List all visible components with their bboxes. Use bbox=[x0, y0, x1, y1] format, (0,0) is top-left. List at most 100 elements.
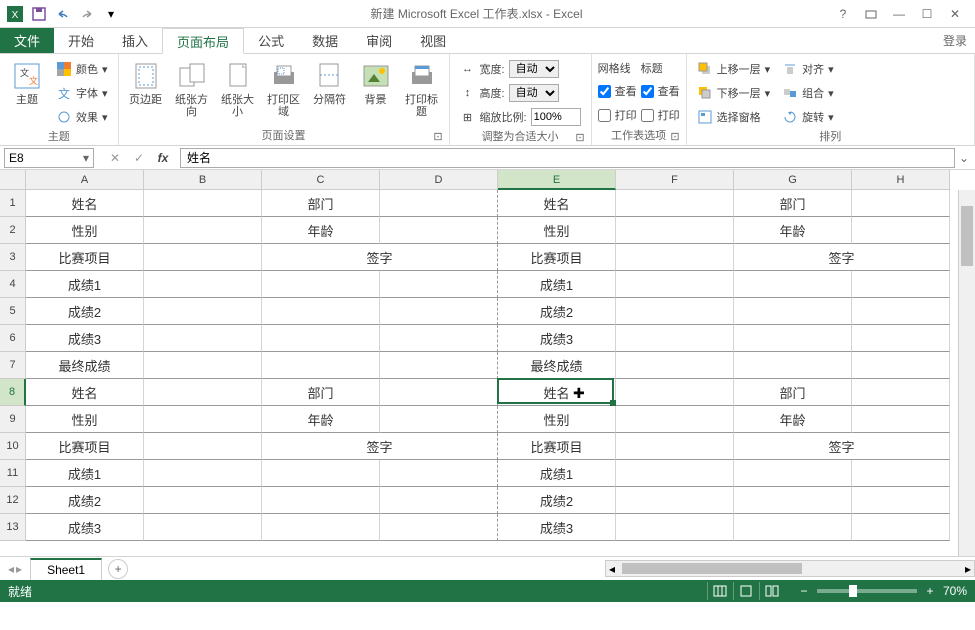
cell-H9[interactable] bbox=[852, 406, 950, 433]
tab-next-icon[interactable]: ▸ bbox=[16, 562, 22, 576]
cell-F9[interactable] bbox=[616, 406, 734, 433]
row-header-6[interactable]: 6 bbox=[0, 325, 26, 352]
cell-E1[interactable]: 姓名 bbox=[498, 190, 616, 217]
cell-B10[interactable] bbox=[144, 433, 262, 460]
cell-G9[interactable]: 年龄 bbox=[734, 406, 852, 433]
cell-F10[interactable] bbox=[616, 433, 734, 460]
cell-A8[interactable]: 姓名 bbox=[26, 379, 144, 406]
width-select[interactable]: 自动 bbox=[509, 60, 559, 78]
col-header-E[interactable]: E bbox=[498, 170, 616, 190]
tab-页面布局[interactable]: 页面布局 bbox=[162, 28, 244, 54]
row-header-5[interactable]: 5 bbox=[0, 298, 26, 325]
normal-view-icon[interactable] bbox=[707, 582, 733, 600]
namebox-dropdown-icon[interactable]: ▾ bbox=[83, 151, 89, 165]
colors-button[interactable]: 颜色 ▾ bbox=[52, 58, 112, 80]
cell-H8[interactable] bbox=[852, 379, 950, 406]
cell-B11[interactable] bbox=[144, 460, 262, 487]
cell-B7[interactable] bbox=[144, 352, 262, 379]
send-backward-button[interactable]: 下移一层 ▾ bbox=[693, 82, 775, 104]
cell-C12[interactable] bbox=[262, 487, 380, 514]
bring-forward-button[interactable]: 上移一层 ▾ bbox=[693, 58, 775, 80]
cell-A11[interactable]: 成绩1 bbox=[26, 460, 144, 487]
formula-expand-icon[interactable]: ⌄ bbox=[959, 151, 969, 165]
col-header-D[interactable]: D bbox=[380, 170, 498, 190]
cell-B12[interactable] bbox=[144, 487, 262, 514]
cell-H12[interactable] bbox=[852, 487, 950, 514]
rotate-button[interactable]: 旋转 ▾ bbox=[778, 106, 838, 128]
redo-icon[interactable] bbox=[76, 3, 98, 25]
maximize-icon[interactable]: ☐ bbox=[915, 2, 939, 26]
select-all-corner[interactable] bbox=[0, 170, 26, 190]
print-area-button[interactable]: 打印区域 bbox=[263, 58, 305, 120]
cell-B6[interactable] bbox=[144, 325, 262, 352]
cell-F11[interactable] bbox=[616, 460, 734, 487]
cell-H5[interactable] bbox=[852, 298, 950, 325]
col-header-H[interactable]: H bbox=[852, 170, 950, 190]
align-button[interactable]: 对齐 ▾ bbox=[778, 58, 838, 80]
print-titles-button[interactable]: 打印标题 bbox=[401, 58, 443, 120]
cell-D9[interactable] bbox=[380, 406, 498, 433]
cell-E5[interactable]: 成绩2 bbox=[498, 298, 616, 325]
cell-G7[interactable] bbox=[734, 352, 852, 379]
cell-E9[interactable]: 性别 bbox=[498, 406, 616, 433]
cell-E13[interactable]: 成绩3 bbox=[498, 514, 616, 541]
cell-C9[interactable]: 年龄 bbox=[262, 406, 380, 433]
cell-E11[interactable]: 成绩1 bbox=[498, 460, 616, 487]
tab-file[interactable]: 文件 bbox=[0, 28, 54, 53]
tab-公式[interactable]: 公式 bbox=[244, 28, 298, 53]
group-button[interactable]: 组合 ▾ bbox=[778, 82, 838, 104]
effects-button[interactable]: 效果 ▾ bbox=[52, 106, 112, 128]
login-link[interactable]: 登录 bbox=[943, 28, 975, 53]
selection-pane-button[interactable]: 选择窗格 bbox=[693, 106, 775, 128]
cell-D11[interactable] bbox=[380, 460, 498, 487]
width-field[interactable]: ↔宽度: 自动 bbox=[456, 58, 585, 80]
background-button[interactable]: 背景 bbox=[355, 58, 397, 108]
cell-C13[interactable] bbox=[262, 514, 380, 541]
tab-数据[interactable]: 数据 bbox=[298, 28, 352, 53]
size-button[interactable]: 纸张大小 bbox=[217, 58, 259, 120]
hscroll-thumb[interactable] bbox=[622, 563, 802, 574]
scale-input[interactable] bbox=[531, 108, 581, 126]
sheet-options-launcher-icon[interactable]: ⊡ bbox=[670, 130, 679, 143]
cell-F4[interactable] bbox=[616, 271, 734, 298]
minimize-icon[interactable]: — bbox=[887, 2, 911, 26]
col-header-G[interactable]: G bbox=[734, 170, 852, 190]
zoom-out-button[interactable]: − bbox=[797, 584, 811, 598]
cell-A13[interactable]: 成绩3 bbox=[26, 514, 144, 541]
zoom-in-button[interactable]: + bbox=[923, 584, 937, 598]
cell-D5[interactable] bbox=[380, 298, 498, 325]
row-header-8[interactable]: 8 bbox=[0, 379, 26, 406]
cell-A7[interactable]: 最终成绩 bbox=[26, 352, 144, 379]
cell-A10[interactable]: 比赛项目 bbox=[26, 433, 144, 460]
themes-button[interactable]: 文文 主题 bbox=[6, 58, 48, 108]
cell-B8[interactable] bbox=[144, 379, 262, 406]
row-header-12[interactable]: 12 bbox=[0, 487, 26, 514]
cell-merged-3-2[interactable]: 签字 bbox=[262, 244, 498, 271]
col-header-F[interactable]: F bbox=[616, 170, 734, 190]
cell-A1[interactable]: 姓名 bbox=[26, 190, 144, 217]
zoom-slider[interactable] bbox=[817, 589, 917, 593]
cell-G12[interactable] bbox=[734, 487, 852, 514]
fx-icon[interactable]: fx bbox=[154, 151, 172, 165]
cell-F3[interactable] bbox=[616, 244, 734, 271]
cell-F8[interactable] bbox=[616, 379, 734, 406]
cell-merged-3-6[interactable]: 签字 bbox=[734, 244, 950, 271]
cell-G8[interactable]: 部门 bbox=[734, 379, 852, 406]
zoom-level[interactable]: 70% bbox=[943, 584, 967, 598]
cell-C6[interactable] bbox=[262, 325, 380, 352]
cell-merged-10-6[interactable]: 签字 bbox=[734, 433, 950, 460]
row-header-4[interactable]: 4 bbox=[0, 271, 26, 298]
cell-F2[interactable] bbox=[616, 217, 734, 244]
help-icon[interactable]: ? bbox=[831, 2, 855, 26]
cell-H4[interactable] bbox=[852, 271, 950, 298]
spreadsheet-grid[interactable]: ABCDEFGH 12345678910111213 姓名部门姓名部门性别年龄性… bbox=[0, 170, 975, 556]
cell-H7[interactable] bbox=[852, 352, 950, 379]
cell-D13[interactable] bbox=[380, 514, 498, 541]
cell-D4[interactable] bbox=[380, 271, 498, 298]
cell-E4[interactable]: 成绩1 bbox=[498, 271, 616, 298]
cell-F13[interactable] bbox=[616, 514, 734, 541]
headings-print-check[interactable]: 打印 bbox=[641, 104, 680, 126]
cell-G11[interactable] bbox=[734, 460, 852, 487]
page-setup-launcher-icon[interactable]: ⊡ bbox=[433, 130, 442, 143]
save-icon[interactable] bbox=[28, 3, 50, 25]
